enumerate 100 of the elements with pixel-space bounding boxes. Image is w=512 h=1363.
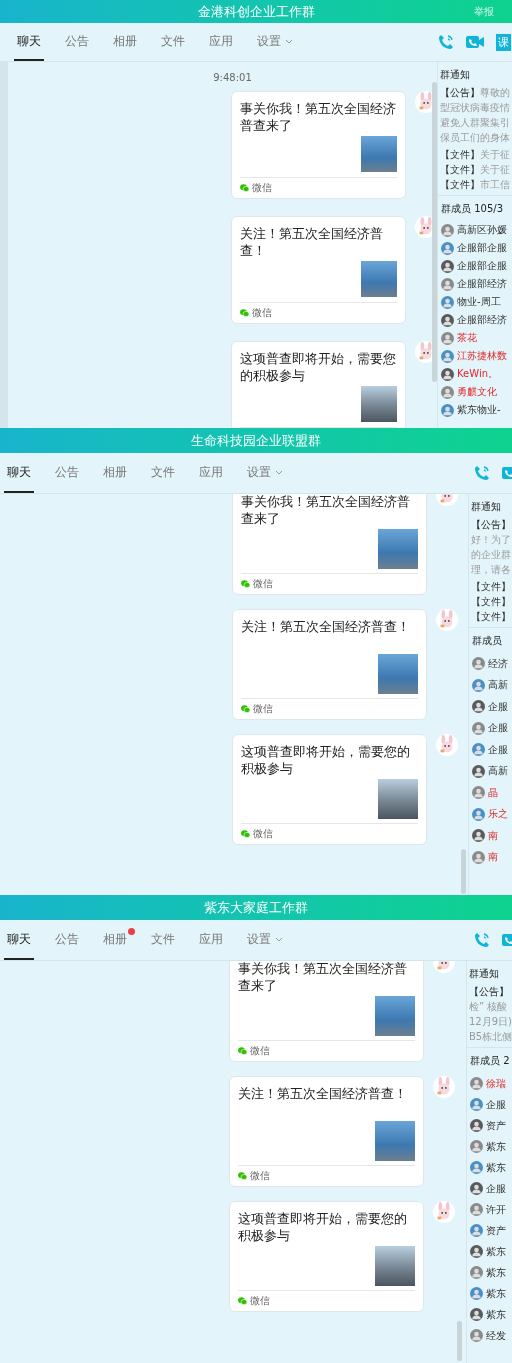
- notice-title: 群通知: [469, 967, 500, 981]
- announcement-text: 尊敬的: [480, 87, 510, 98]
- scrollbar[interactable]: [461, 849, 466, 894]
- bunny-avatar-icon: [433, 1076, 455, 1098]
- member-name[interactable]: 资产: [486, 1223, 506, 1238]
- member-name[interactable]: 资产: [486, 1118, 506, 1133]
- tab[interactable]: 公告: [62, 23, 92, 61]
- tab[interactable]: 聊天: [4, 920, 34, 960]
- tab[interactable]: 文件: [148, 920, 178, 960]
- avatar-icon: [441, 295, 454, 309]
- file-label[interactable]: 【文件】: [471, 581, 511, 592]
- member-name[interactable]: 紫东: [486, 1265, 506, 1280]
- article-title: 关注！第五次全国经济普查！: [241, 618, 411, 636]
- member-name[interactable]: 企服: [486, 1097, 506, 1112]
- member-name[interactable]: 南: [488, 850, 498, 865]
- member-name[interactable]: 物业-周工: [457, 295, 501, 309]
- tab[interactable]: 聊天: [4, 453, 34, 493]
- tab[interactable]: 文件: [158, 23, 188, 61]
- tab[interactable]: 相册: [100, 920, 135, 960]
- member-name[interactable]: 企服: [488, 721, 508, 736]
- member-name[interactable]: 许开: [486, 1202, 506, 1217]
- phone-icon[interactable]: [474, 932, 490, 948]
- member-name[interactable]: 紫东: [486, 1244, 506, 1259]
- avatar-icon: [441, 223, 454, 237]
- article-card[interactable]: 事关你我！第五次全国经济普查来了 微信: [231, 91, 406, 199]
- member-name[interactable]: 紫东: [486, 1160, 506, 1175]
- members-title: 群成员 2: [470, 1054, 511, 1068]
- article-card[interactable]: 这项普查即将开始，需要您的积极参与: [231, 341, 406, 428]
- source-label: 微信: [253, 702, 273, 716]
- tab[interactable]: 设置: [244, 453, 286, 493]
- avatar-icon: [472, 764, 485, 778]
- article-card[interactable]: 关注！第五次全国经济普查！ 微信: [229, 1076, 424, 1187]
- member-name[interactable]: KeWin。: [457, 367, 498, 381]
- tab[interactable]: 相册: [100, 453, 130, 493]
- member-name[interactable]: 紫东: [486, 1307, 506, 1322]
- video-call-icon[interactable]: [466, 35, 484, 49]
- member-name[interactable]: 徐瑞: [486, 1076, 506, 1091]
- avatar-icon: [470, 1182, 483, 1195]
- member-name[interactable]: 企服部经济: [457, 313, 507, 327]
- announcement-text: 12月9日): [469, 1016, 512, 1027]
- file-label[interactable]: 【文件】: [440, 164, 480, 175]
- phone-icon[interactable]: [438, 34, 454, 50]
- avatar-icon: [470, 1308, 483, 1321]
- member-name[interactable]: 企服: [486, 1181, 506, 1196]
- member-name[interactable]: 江苏捷林数: [457, 349, 507, 363]
- phone-icon[interactable]: [474, 465, 490, 481]
- article-card[interactable]: 这项普查即将开始，需要您的积极参与 微信: [229, 1201, 424, 1312]
- member-name[interactable]: 高新区孙媛: [457, 223, 507, 237]
- avatar-icon: [472, 657, 485, 671]
- member-name[interactable]: 企服部企服: [457, 241, 507, 255]
- tab[interactable]: 应用: [196, 920, 226, 960]
- article-card[interactable]: 关注！第五次全国经济普查！ 微信: [231, 216, 406, 324]
- tab[interactable]: 文件: [148, 453, 178, 493]
- member-name[interactable]: 紫东物业-: [457, 403, 501, 417]
- member-name[interactable]: 经发: [486, 1328, 506, 1343]
- tab[interactable]: 聊天: [14, 23, 44, 61]
- member-name[interactable]: 高新: [488, 678, 508, 693]
- tab[interactable]: 公告: [52, 453, 82, 493]
- photo-placeholder: [378, 654, 418, 694]
- tab[interactable]: 相册: [110, 23, 140, 61]
- member-name[interactable]: 企服: [488, 699, 508, 714]
- avatar-icon: [441, 277, 454, 291]
- tab[interactable]: 应用: [196, 453, 226, 493]
- file-label[interactable]: 【文件】: [471, 611, 511, 622]
- member-name[interactable]: 乐之: [488, 807, 508, 822]
- member-name[interactable]: 经济: [488, 656, 508, 671]
- member-name[interactable]: 企服部企服: [457, 259, 507, 273]
- wechat-icon: [238, 1172, 247, 1180]
- article-title: 事关你我！第五次全国经济普查来了: [240, 100, 397, 134]
- source-label: 微信: [253, 827, 273, 841]
- scrollbar[interactable]: [457, 1321, 462, 1361]
- wechat-icon: [241, 580, 250, 588]
- photo-placeholder: [378, 779, 418, 819]
- file-label[interactable]: 【文件】: [471, 596, 511, 607]
- article-card[interactable]: 事关你我！第五次全国经济普查来了 微信: [229, 961, 424, 1062]
- member-name[interactable]: 企服: [488, 742, 508, 757]
- member-name[interactable]: 勇麒文化: [457, 385, 497, 399]
- file-label[interactable]: 【文件】: [440, 149, 480, 160]
- member-name[interactable]: 企服部经济: [457, 277, 507, 291]
- member-name[interactable]: 紫东: [486, 1139, 506, 1154]
- file-label[interactable]: 【文件】: [440, 179, 480, 190]
- tab[interactable]: 公告: [52, 920, 82, 960]
- article-card[interactable]: 事关你我！第五次全国经济普查来了 微信: [232, 494, 427, 595]
- article-card[interactable]: 这项普查即将开始，需要您的积极参与 微信: [232, 734, 427, 845]
- window-title: 金港科创企业工作群: [197, 2, 315, 21]
- member-name[interactable]: 南: [488, 828, 498, 843]
- article-card[interactable]: 关注！第五次全国经济普查！ 微信: [232, 609, 427, 720]
- tab[interactable]: 设置: [244, 920, 286, 960]
- photo-placeholder: [361, 386, 397, 422]
- announcement-label: 【公告】: [440, 87, 480, 98]
- wechat-icon: [241, 705, 250, 713]
- avatar-icon: [472, 850, 485, 864]
- member-name[interactable]: 高新: [488, 764, 508, 779]
- tab[interactable]: 应用: [206, 23, 236, 61]
- timestamp: 9:48:01: [213, 72, 252, 83]
- member-name[interactable]: 紫东: [486, 1286, 506, 1301]
- tab[interactable]: 设置: [254, 23, 296, 61]
- scrollbar[interactable]: [432, 82, 437, 382]
- member-name[interactable]: 茶花: [457, 331, 477, 345]
- member-name[interactable]: 晶: [488, 785, 498, 800]
